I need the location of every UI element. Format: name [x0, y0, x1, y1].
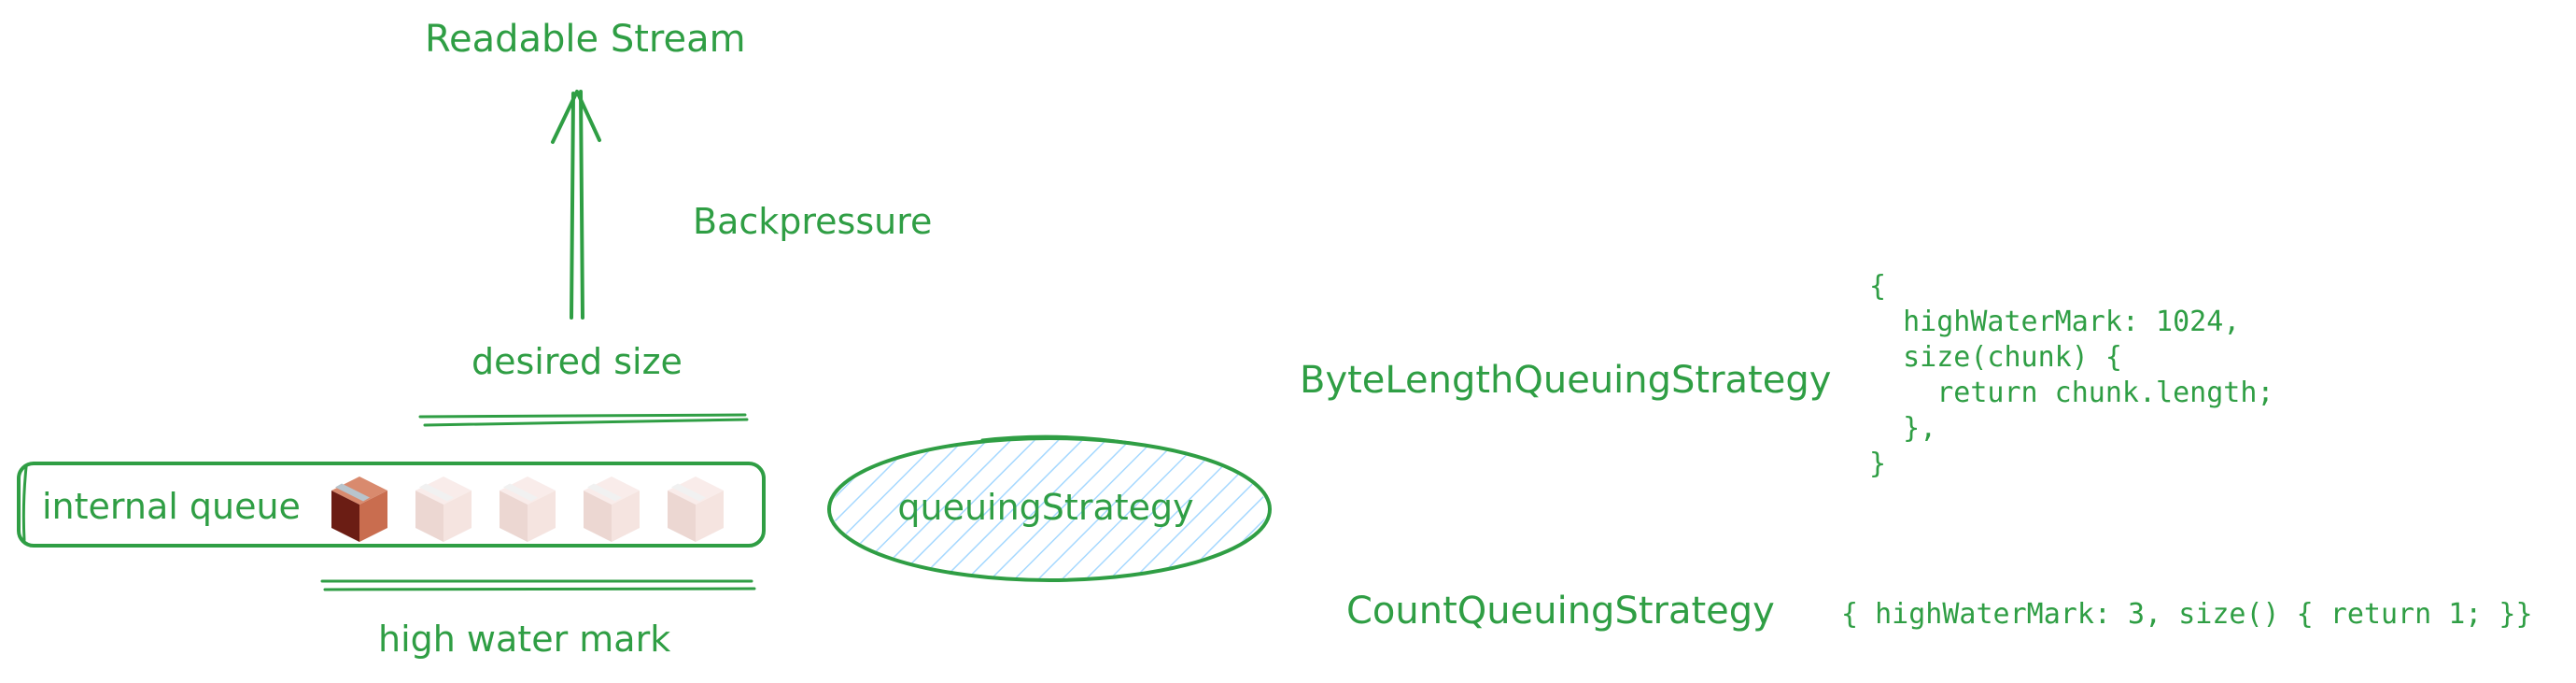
high-water-mark-line [320, 579, 756, 591]
internal-queue-label: internal queue [42, 486, 301, 527]
byte-length-strategy-code: { highWaterMark: 1024, size(chunk) { ret… [1869, 270, 2273, 480]
code-line: }, [1869, 412, 1936, 445]
count-strategy-code: { highWaterMark: 3, size() { return 1; }… [1841, 598, 2533, 631]
code-line: return chunk.length; [1869, 377, 2273, 409]
chunk-box-empty [668, 477, 724, 542]
code-line: highWaterMark: 1024, [1869, 306, 2240, 338]
queuing-strategy-diagram: Readable Stream Backpressure desired siz… [17, 18, 2533, 660]
backpressure-arrow [551, 90, 601, 320]
count-strategy-name: CountQueuingStrategy [1346, 590, 1775, 633]
byte-length-strategy-name: ByteLengthQueuingStrategy [1300, 359, 1831, 402]
chunk-box-empty [500, 477, 556, 542]
code-line: } [1869, 448, 1886, 480]
chunk-box-filled [331, 477, 387, 542]
code-line: { [1869, 270, 1886, 303]
high-water-mark-label: high water mark [378, 619, 670, 660]
queue-chunks [331, 477, 724, 542]
code-line: { highWaterMark: 3, size() { return 1; }… [1841, 598, 2533, 631]
desired-size-label: desired size [472, 341, 683, 382]
readable-stream-label: Readable Stream [425, 18, 746, 61]
queuing-strategy-label: queuingStrategy [897, 487, 1193, 528]
backpressure-label: Backpressure [693, 201, 932, 242]
desired-size-line [418, 413, 749, 427]
chunk-box-empty [584, 477, 640, 542]
chunk-box-empty [415, 477, 472, 542]
code-line: size(chunk) { [1869, 341, 2122, 374]
